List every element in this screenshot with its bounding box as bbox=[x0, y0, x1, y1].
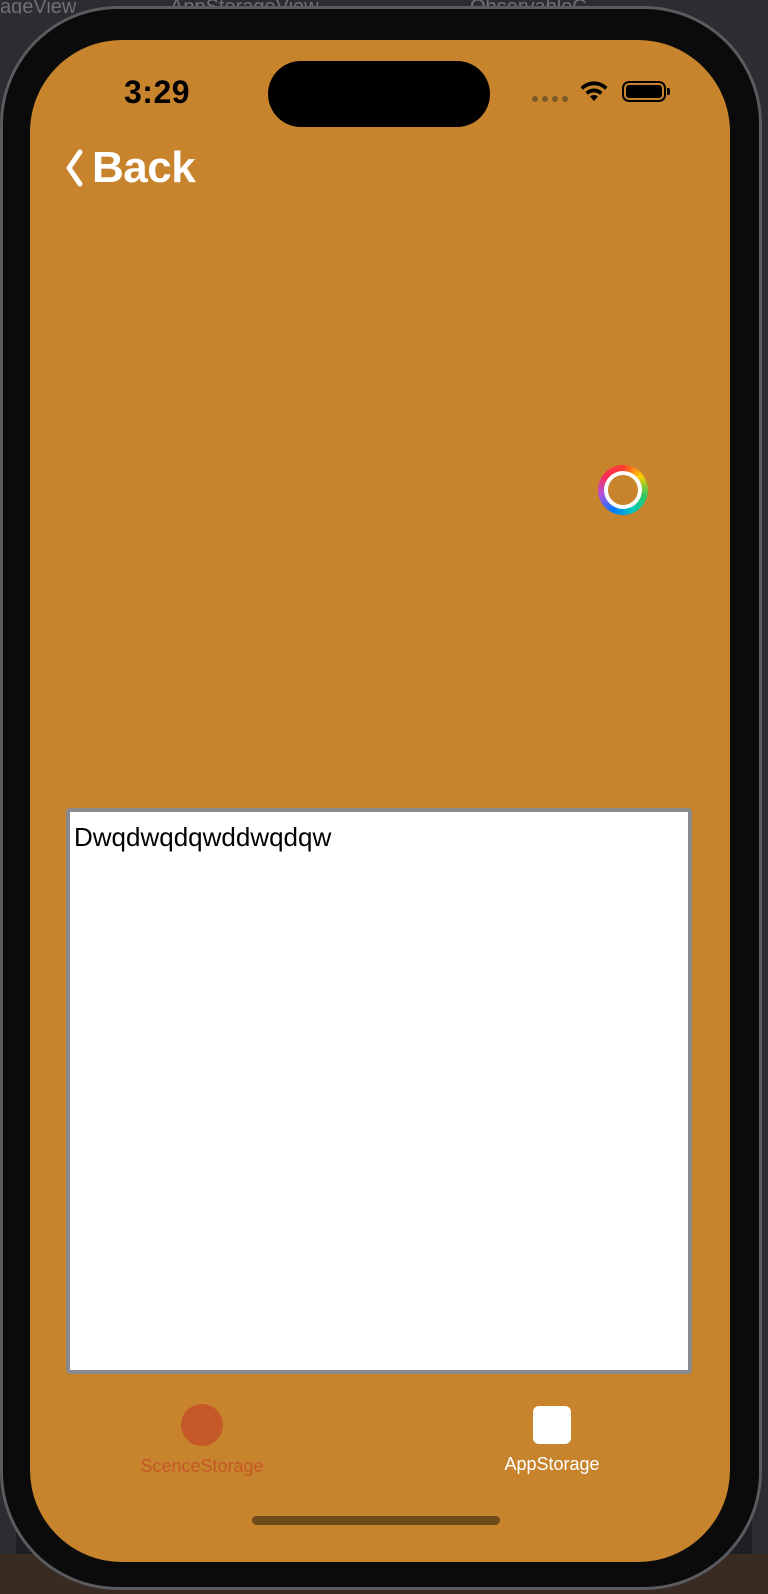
text-editor[interactable]: Dwqdwqdqwddwqdqw bbox=[66, 808, 692, 1374]
back-label: Back bbox=[92, 143, 196, 192]
tab-bar: ScenceStorage AppStorage bbox=[30, 1400, 730, 1480]
simulator-phone-frame: 3:29 Back Dwqdwqdqwddwqdqw ScenceStorage bbox=[0, 6, 762, 1590]
cellular-signal-icon bbox=[532, 96, 568, 102]
back-button[interactable]: Back bbox=[64, 143, 196, 192]
xcode-tab[interactable]: ageView bbox=[0, 0, 76, 14]
status-time: 3:29 bbox=[124, 74, 191, 110]
tab-scence-storage[interactable]: ScenceStorage bbox=[102, 1400, 302, 1480]
home-indicator[interactable] bbox=[252, 1516, 500, 1525]
tab-label: ScenceStorage bbox=[140, 1456, 264, 1476]
battery-icon bbox=[622, 81, 670, 102]
circle-icon bbox=[181, 1404, 223, 1446]
tab-app-storage[interactable]: AppStorage bbox=[452, 1400, 652, 1480]
chevron-left-icon bbox=[66, 149, 83, 187]
wifi-icon bbox=[580, 81, 608, 101]
app-screen: 3:29 Back Dwqdwqdqwddwqdqw ScenceStorage bbox=[30, 40, 730, 1562]
dynamic-island bbox=[268, 61, 490, 127]
tab-label: AppStorage bbox=[504, 1454, 600, 1474]
square-icon bbox=[533, 1406, 571, 1444]
color-picker-icon[interactable] bbox=[598, 465, 648, 515]
